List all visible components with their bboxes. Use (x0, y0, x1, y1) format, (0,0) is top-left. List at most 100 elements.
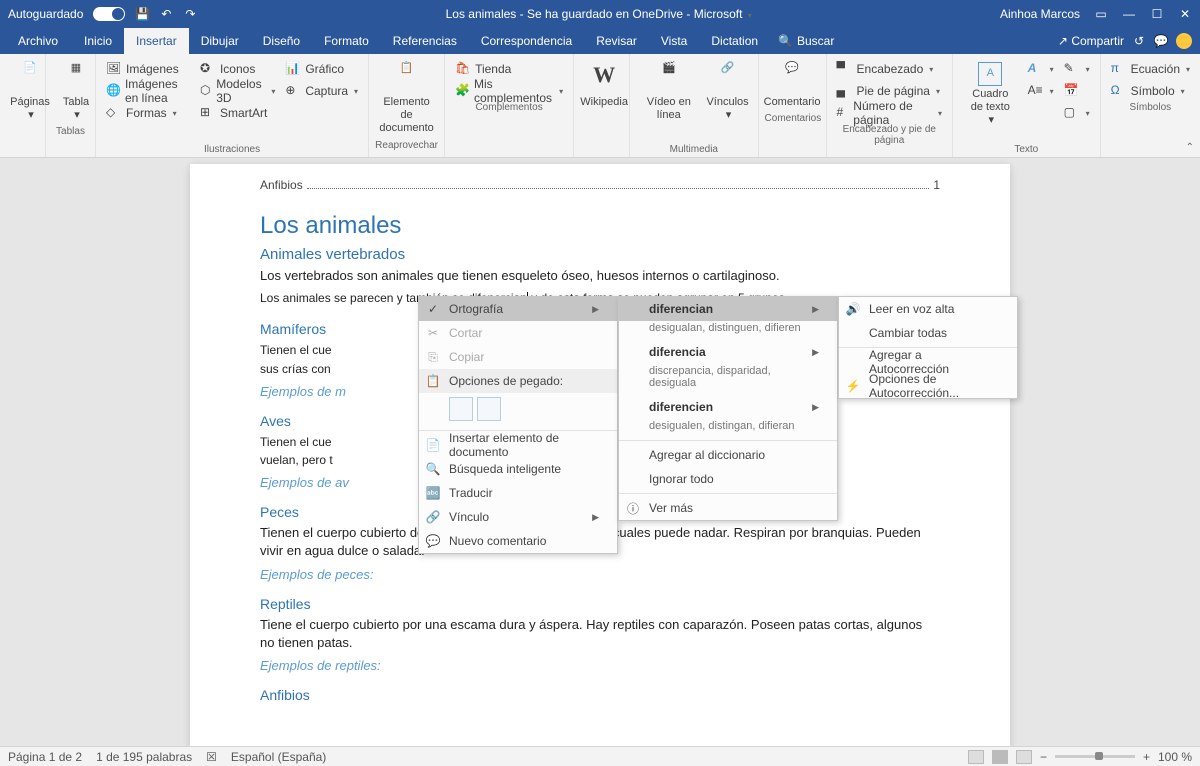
page-indicator[interactable]: Página 1 de 2 (8, 750, 82, 764)
paragraph: Los vertebrados son animales que tienen … (260, 267, 940, 285)
tab-mail[interactable]: Correspondencia (469, 28, 584, 54)
ctx-new-comment[interactable]: 💬Nuevo comentario (419, 529, 617, 553)
headerfooter-group-label: Encabezado y pie de página (833, 124, 946, 148)
view-web[interactable] (1016, 750, 1032, 764)
tab-references[interactable]: Referencias (381, 28, 469, 54)
autocorrect-options[interactable]: ⚡Opciones de Autocorrección... (839, 374, 1017, 398)
suggestion-2[interactable]: diferencia▶ (619, 340, 837, 364)
tab-design[interactable]: Diseño (251, 28, 312, 54)
smartart-icon: ⊞ (200, 105, 216, 121)
language-indicator[interactable]: Español (España) (231, 750, 326, 764)
wordart-button[interactable]: A▾ (1024, 58, 1058, 80)
3d-models-button[interactable]: ⬡Modelos 3D▾ (196, 80, 279, 102)
paste-option-keep[interactable] (449, 397, 473, 421)
chevron-right-icon: ▶ (794, 402, 819, 413)
add-to-dictionary[interactable]: Agregar al diccionario (619, 443, 837, 467)
menu-bar: Archivo Inicio Insertar Dibujar Diseño F… (0, 28, 1200, 54)
history-icon[interactable]: ↺ (1132, 34, 1146, 48)
lightning-icon: ⚡ (845, 378, 861, 394)
ctx-spelling[interactable]: ✓Ortografía▶ (419, 297, 617, 321)
user-name[interactable]: Ainhoa Marcos (1000, 7, 1080, 21)
addins-icon: 🧩 (455, 83, 470, 99)
tab-insert[interactable]: Insertar (124, 28, 189, 54)
word-count[interactable]: 1 de 195 palabras (96, 750, 192, 764)
view-read[interactable] (968, 750, 984, 764)
read-aloud[interactable]: 🔊Leer en voz alta (839, 297, 1017, 321)
dropcap-icon: A≡ (1028, 83, 1044, 99)
online-images-button[interactable]: 🌐Imágenes en línea (102, 80, 194, 102)
zoom-out[interactable]: − (1040, 750, 1047, 764)
ctx-cut[interactable]: ✂Cortar (419, 321, 617, 345)
ctx-smart-lookup[interactable]: 🔍Búsqueda inteligente (419, 457, 617, 481)
ctx-link[interactable]: 🔗Vínculo▶ (419, 505, 617, 529)
pagenum-icon: # (837, 105, 850, 121)
zoom-in[interactable]: + (1143, 750, 1150, 764)
ctx-copy[interactable]: ⎘Copiar (419, 345, 617, 369)
add-autocorrect[interactable]: Agregar a Autocorrección (839, 350, 1017, 374)
search-box[interactable]: 🔍Buscar (778, 34, 834, 48)
comments-icon[interactable]: 💬 (1154, 34, 1168, 48)
tab-layout[interactable]: Formato (312, 28, 381, 54)
object-button[interactable]: ▢▾ (1060, 102, 1094, 124)
undo-icon[interactable]: ↶ (159, 7, 173, 21)
dropcap-button[interactable]: A≡▾ (1024, 80, 1058, 102)
close-icon[interactable]: ✕ (1178, 7, 1192, 21)
suggestion-1[interactable]: diferencian▶ (619, 297, 837, 321)
comment-button[interactable]: 💬Comentario (765, 58, 820, 113)
autosave-toggle[interactable] (93, 7, 125, 21)
icons-icon: ✪ (200, 61, 216, 77)
shapes-button[interactable]: ◇Formas▾ (102, 102, 194, 124)
redo-icon[interactable]: ↷ (183, 7, 197, 21)
suggestion-3[interactable]: diferencien▶ (619, 395, 837, 419)
chart-button[interactable]: 📊Gráfico (281, 58, 362, 80)
my-addins-button[interactable]: 🧩Mis complementos▾ (451, 80, 567, 102)
signature-button[interactable]: ✎▾ (1060, 58, 1094, 80)
save-icon[interactable]: 💾 (135, 7, 149, 21)
screenshot-button[interactable]: ⊕Captura▾ (281, 80, 362, 102)
datetime-button[interactable]: 📅 (1060, 80, 1094, 102)
collapse-ribbon-icon[interactable]: ⌃ (1186, 142, 1194, 153)
feedback-icon[interactable] (1176, 33, 1192, 49)
equation-button[interactable]: πEcuación▾ (1107, 58, 1194, 80)
maximize-icon[interactable]: ☐ (1150, 7, 1164, 21)
links-button[interactable]: 🔗Vínculos▾ (704, 58, 752, 144)
minimize-icon[interactable]: — (1122, 7, 1136, 21)
wikipedia-button[interactable]: WWikipedia (580, 58, 628, 113)
toc-entry: Anfibios1 (260, 178, 940, 192)
tab-draw[interactable]: Dibujar (189, 28, 251, 54)
paste-option-merge[interactable] (477, 397, 501, 421)
addins-group-label: Complementos (451, 102, 567, 115)
online-images-icon: 🌐 (106, 83, 121, 99)
table-button[interactable]: ▦Tabla▾ (52, 58, 100, 126)
ribbon-options-icon[interactable]: ▭ (1094, 7, 1108, 21)
doc-element-button[interactable]: 📋Elemento de documento (375, 58, 438, 140)
tab-home[interactable]: Inicio (72, 28, 124, 54)
window-title: Los animales - Se ha guardado en OneDriv… (197, 7, 1000, 21)
heading-anfibios: Anfibios (260, 687, 940, 703)
see-more[interactable]: ⓘVer más (619, 496, 837, 520)
textbox-button[interactable]: ACuadro de texto▾ (959, 58, 1022, 144)
ctx-translate[interactable]: 🔤Traducir (419, 481, 617, 505)
video-icon: 🎬 (653, 62, 685, 94)
online-video-button[interactable]: 🎬Vídeo en línea (636, 58, 701, 144)
page-number-button[interactable]: #Número de página▾ (833, 102, 946, 124)
tab-file[interactable]: Archivo (4, 28, 72, 54)
zoom-slider[interactable] (1055, 755, 1135, 758)
ignore-all[interactable]: Ignorar todo (619, 467, 837, 491)
symbol-button[interactable]: ΩSímbolo▾ (1107, 80, 1194, 102)
smartart-button[interactable]: ⊞SmartArt (196, 102, 279, 124)
header-button[interactable]: ▀Encabezado▾ (833, 58, 946, 80)
multimedia-group-label: Multimedia (636, 144, 751, 157)
tab-view[interactable]: Vista (649, 28, 699, 54)
share-button[interactable]: ↗ Compartir (1058, 34, 1124, 48)
zoom-level[interactable]: 100 % (1158, 750, 1192, 764)
view-print[interactable] (992, 750, 1008, 764)
change-all[interactable]: Cambiar todas (839, 321, 1017, 345)
wikipedia-icon: W (588, 62, 620, 94)
suggestion-synonyms: desigualen, distingan, difieran (619, 419, 837, 438)
proofing-icon[interactable]: ☒ (206, 750, 217, 764)
ctx-insert-element[interactable]: 📄Insertar elemento de documento (419, 433, 617, 457)
tab-dictation[interactable]: Dictation (699, 28, 770, 54)
tab-review[interactable]: Revisar (584, 28, 649, 54)
doc-element-icon: 📋 (391, 62, 423, 94)
